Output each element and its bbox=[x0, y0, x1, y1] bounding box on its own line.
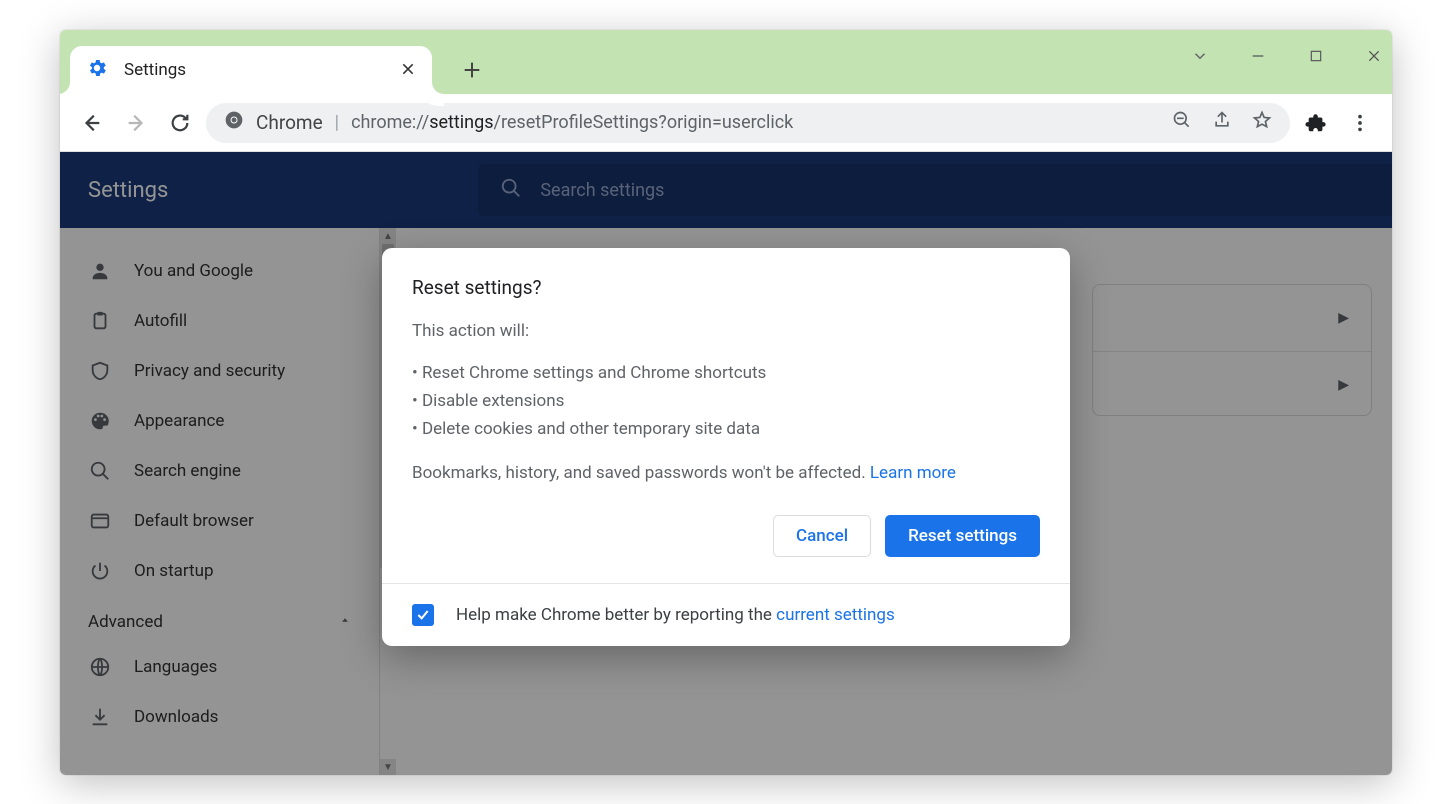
gear-icon bbox=[86, 57, 108, 83]
cancel-button[interactable]: Cancel bbox=[773, 515, 871, 557]
reset-settings-dialog: Reset settings? This action will: • Rese… bbox=[382, 248, 1070, 646]
maximize-button[interactable] bbox=[1304, 44, 1328, 68]
learn-more-link[interactable]: Learn more bbox=[870, 463, 956, 483]
browser-window: Settings Chrome | chrome://settings/r bbox=[60, 30, 1392, 775]
url-separator: | bbox=[335, 112, 339, 133]
toolbar: Chrome | chrome://settings/resetProfileS… bbox=[60, 94, 1392, 152]
modal-scrim[interactable]: Reset settings? This action will: • Rese… bbox=[60, 152, 1392, 775]
forward-button[interactable] bbox=[118, 105, 154, 141]
dialog-bullets: • Reset Chrome settings and Chrome short… bbox=[412, 359, 1040, 443]
share-icon[interactable] bbox=[1212, 110, 1232, 135]
bookmark-star-icon[interactable] bbox=[1252, 110, 1272, 135]
minimize-button[interactable] bbox=[1246, 44, 1270, 68]
extensions-button[interactable] bbox=[1298, 105, 1334, 141]
back-button[interactable] bbox=[74, 105, 110, 141]
close-tab-button[interactable] bbox=[400, 58, 416, 82]
new-tab-button[interactable] bbox=[452, 50, 492, 90]
kebab-menu-button[interactable] bbox=[1342, 105, 1378, 141]
url-text: chrome://settings/resetProfileSettings?o… bbox=[351, 112, 793, 133]
url-origin-label: Chrome bbox=[256, 111, 323, 134]
dialog-intro: This action will: bbox=[412, 317, 1040, 345]
chrome-logo-icon bbox=[224, 110, 244, 135]
content-area: Settings You and Google Autofill Privacy bbox=[60, 152, 1392, 775]
tab-title: Settings bbox=[124, 60, 384, 80]
current-settings-link[interactable]: current settings bbox=[776, 605, 895, 625]
titlebar: Settings bbox=[60, 30, 1392, 94]
close-window-button[interactable] bbox=[1362, 44, 1386, 68]
reset-settings-button[interactable]: Reset settings bbox=[885, 515, 1040, 557]
dialog-footer: Help make Chrome better by reporting the… bbox=[382, 583, 1070, 646]
dialog-footnote: Bookmarks, history, and saved passwords … bbox=[412, 459, 1040, 487]
report-settings-checkbox[interactable] bbox=[412, 604, 434, 626]
tab-settings[interactable]: Settings bbox=[70, 46, 432, 94]
reload-button[interactable] bbox=[162, 105, 198, 141]
address-bar[interactable]: Chrome | chrome://settings/resetProfileS… bbox=[206, 103, 1290, 143]
dialog-title: Reset settings? bbox=[412, 276, 1040, 299]
window-controls bbox=[1188, 44, 1386, 68]
report-settings-label: Help make Chrome better by reporting the… bbox=[456, 605, 895, 625]
chevron-down-icon[interactable] bbox=[1188, 44, 1212, 68]
zoom-out-icon[interactable] bbox=[1172, 110, 1192, 135]
